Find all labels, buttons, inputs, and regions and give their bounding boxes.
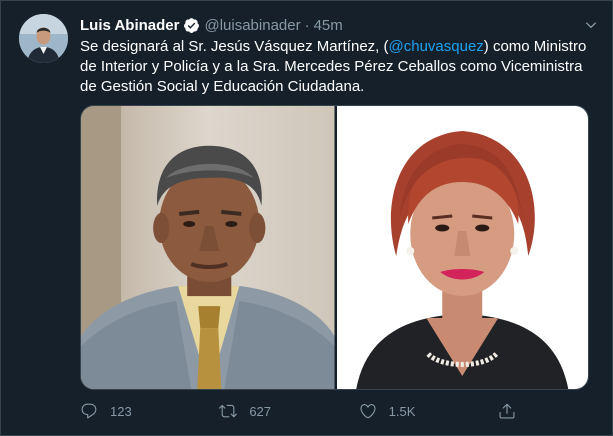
tweet-header: Luis Abinader @luisabinader · 45m: [80, 15, 598, 35]
mention-link[interactable]: @chuvasquez: [389, 38, 484, 55]
tweet-timestamp[interactable]: 45m: [314, 17, 343, 34]
tweet-card[interactable]: Luis Abinader @luisabinader · 45m Se des…: [0, 0, 613, 436]
tweet-text: Se designará al Sr. Jesús Vásquez Martín…: [80, 37, 595, 97]
author-handle[interactable]: @luisabinader: [204, 17, 300, 34]
retweet-count: 627: [249, 403, 272, 419]
photo-man[interactable]: [81, 106, 335, 389]
tweet-text-part1: Se designará al Sr. Jesús Vásquez Martín…: [80, 38, 389, 55]
reply-icon: [81, 403, 97, 419]
retweet-icon: [219, 404, 238, 418]
like-button[interactable]: 1.5K: [359, 402, 469, 420]
tweet-actions: 123 627 1.5K: [80, 400, 520, 422]
share-icon: [499, 403, 515, 419]
share-button[interactable]: [498, 402, 520, 420]
verified-badge-icon: [183, 17, 200, 34]
heart-icon: [360, 404, 376, 419]
separator-dot: ·: [304, 16, 310, 34]
retweet-button[interactable]: 627: [219, 402, 329, 420]
avatar[interactable]: [19, 14, 68, 63]
author-name[interactable]: Luis Abinader: [80, 17, 179, 34]
reply-button[interactable]: 123: [80, 402, 190, 420]
chevron-down-icon[interactable]: [582, 16, 600, 34]
reply-count: 123: [110, 403, 132, 419]
like-count: 1.5K: [388, 403, 416, 419]
photo-woman[interactable]: [334, 106, 588, 389]
tweet-media: [80, 105, 589, 390]
